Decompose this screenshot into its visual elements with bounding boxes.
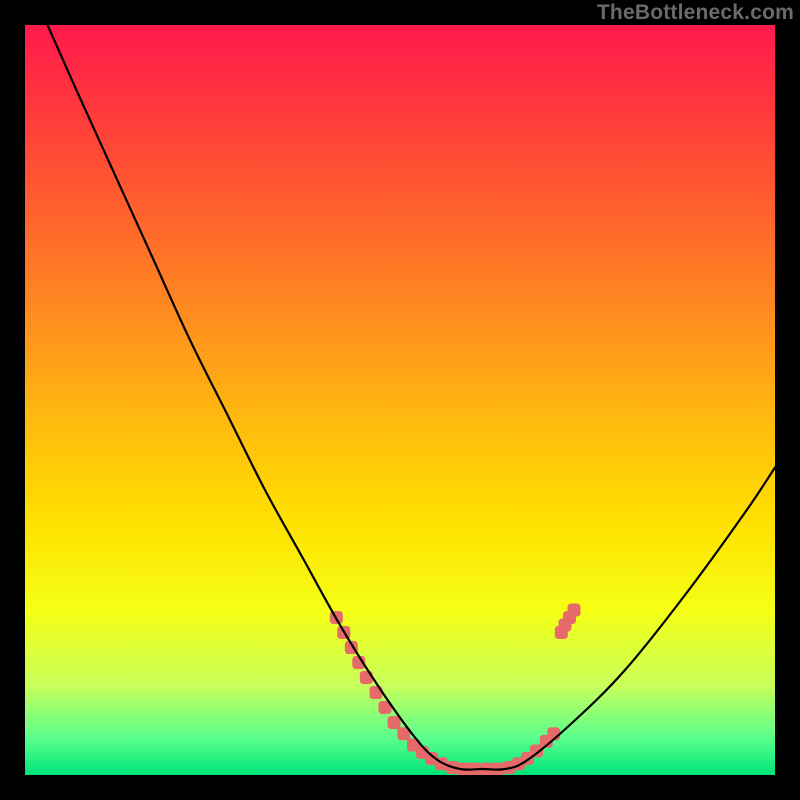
- chart-stage: TheBottleneck.com: [0, 0, 800, 800]
- chart-svg: [25, 25, 775, 775]
- bottleneck-curve: [48, 25, 776, 770]
- plot-area: [25, 25, 775, 775]
- marker-dot: [388, 716, 401, 729]
- marker-dot: [568, 604, 581, 617]
- watermark-text: TheBottleneck.com: [597, 1, 794, 25]
